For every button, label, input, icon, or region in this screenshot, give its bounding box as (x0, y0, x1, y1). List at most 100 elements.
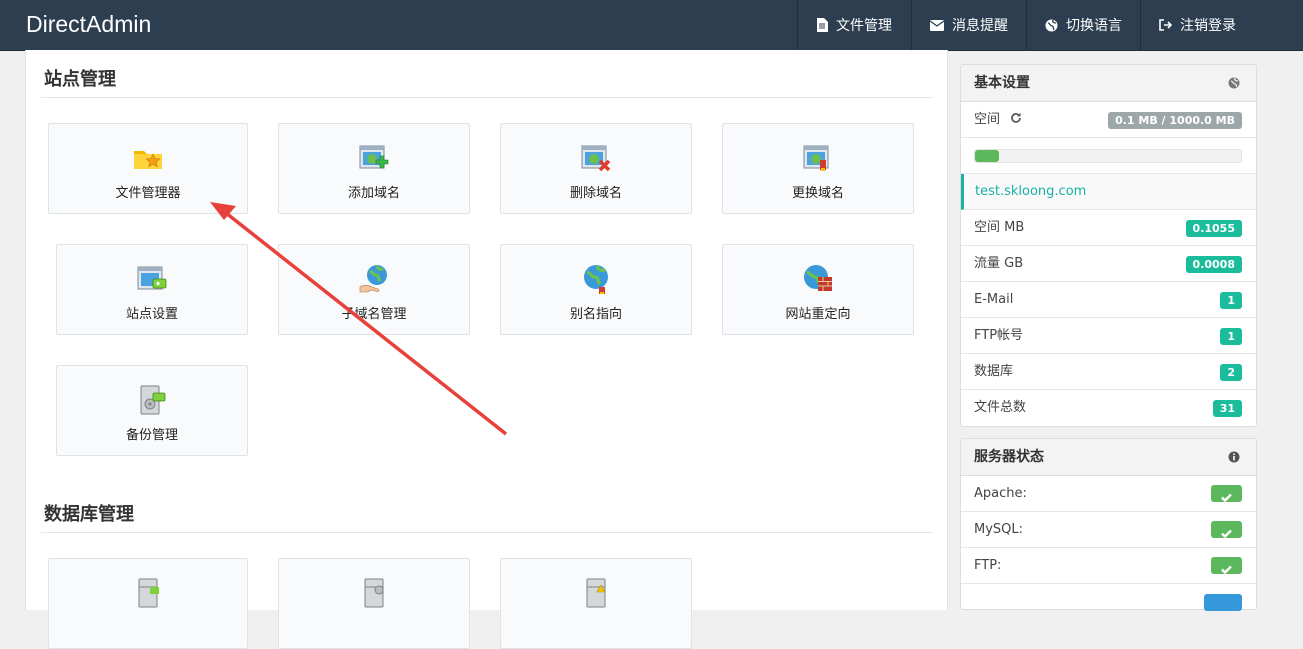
card-label: 子域名管理 (341, 307, 407, 322)
alias-icon (584, 265, 608, 294)
usage-progress-row (961, 138, 1256, 174)
card-file-manager[interactable]: 文件管理器 (48, 123, 248, 214)
usage-progress-fill (975, 150, 999, 162)
stat-row: 文件总数 31 (961, 390, 1256, 426)
top-navbar: DirectAdmin 文件管理 消息提醒 切换语言 注销登录 (0, 0, 1303, 51)
service-row: MySQL: (961, 512, 1256, 548)
space-usage-badge: 0.1 MB / 1000.0 MB (1108, 112, 1242, 129)
change-domain-icon (803, 145, 829, 171)
database-icon (586, 578, 606, 608)
stat-badge: 1 (1220, 292, 1242, 309)
nav-menu: 文件管理 消息提醒 切换语言 注销登录 (797, 0, 1303, 50)
card-label: 网站重定向 (785, 307, 851, 322)
nav-label: 注销登录 (1180, 18, 1236, 34)
card-delete-domain[interactable]: 删除域名 (500, 123, 692, 214)
server-status-panel: 服务器状态 Apache: MySQL: FTP: (960, 438, 1257, 611)
refresh-icon[interactable] (1010, 112, 1022, 124)
card-label: 别名指向 (569, 307, 622, 322)
check-icon (1221, 565, 1232, 575)
nav-label: 切换语言 (1066, 18, 1122, 34)
stat-label: FTP帐号 (974, 328, 1024, 343)
stat-badge: 31 (1212, 400, 1242, 417)
stat-row: FTP帐号 1 (961, 318, 1256, 354)
card-backup[interactable]: 备份管理 (56, 365, 248, 456)
service-label: MySQL: (974, 522, 1024, 537)
card-label: 备份管理 (125, 428, 178, 443)
stat-badge: 2 (1220, 364, 1242, 381)
stat-label: 流量 GB (974, 256, 1024, 271)
card-add-domain[interactable]: 添加域名 (278, 123, 470, 214)
stat-row: 流量 GB 0.0008 (961, 246, 1256, 282)
status-badge (1204, 594, 1242, 611)
section-divider (41, 532, 933, 533)
card-label: 更换域名 (791, 186, 844, 201)
service-row: FTP: (961, 548, 1256, 584)
service-label: FTP: (974, 558, 1002, 573)
folder-star-icon (134, 151, 162, 169)
panel-title: 基本设置 (974, 75, 1030, 91)
stat-badge: 0.1055 (1185, 220, 1242, 237)
card-change-domain[interactable]: 更换域名 (722, 123, 914, 214)
service-row: Apache: (961, 476, 1256, 512)
add-domain-icon (359, 145, 389, 169)
basic-settings-panel: 基本设置 空间 0.1 MB / 1000.0 MB test.skloong.… (960, 64, 1257, 427)
info-icon[interactable] (1228, 451, 1240, 463)
database-icon (138, 578, 159, 608)
card-redirect[interactable]: 网站重定向 (722, 244, 914, 335)
subdomain-icon (359, 265, 387, 293)
nav-label: 文件管理 (836, 18, 892, 34)
usage-progress-bar (974, 149, 1242, 163)
nav-messages[interactable]: 消息提醒 (911, 0, 1026, 50)
nav-language[interactable]: 切换语言 (1026, 0, 1140, 50)
domain-name[interactable]: test.skloong.com (975, 184, 1086, 199)
nav-logout[interactable]: 注销登录 (1140, 0, 1303, 50)
card-alias[interactable]: 别名指向 (500, 244, 692, 335)
service-row (961, 584, 1256, 620)
nav-label: 消息提醒 (952, 18, 1008, 34)
card-subdomain[interactable]: 子域名管理 (278, 244, 470, 335)
database-icon (364, 578, 384, 608)
card-label: 站点设置 (125, 307, 178, 322)
panel-title: 服务器状态 (974, 449, 1044, 465)
stat-label: 数据库 (974, 364, 1014, 379)
card-db-3[interactable] (500, 558, 692, 649)
card-label: 添加域名 (347, 186, 400, 201)
globe-icon (1045, 19, 1058, 31)
stat-row: 空间 MB 0.1055 (961, 210, 1256, 246)
status-ok-badge (1211, 521, 1242, 539)
card-label: 删除域名 (569, 186, 622, 201)
stat-badge: 0.0008 (1185, 256, 1242, 273)
stat-row: E-Mail 1 (961, 282, 1256, 318)
site-section-title: 站点管理 (44, 69, 116, 90)
space-row: 空间 0.1 MB / 1000.0 MB (961, 102, 1256, 138)
backup-icon (140, 385, 166, 415)
stat-label: 空间 MB (974, 220, 1025, 235)
delete-domain-icon (581, 145, 611, 172)
envelope-icon (930, 19, 944, 31)
card-db-1[interactable] (48, 558, 248, 649)
logout-icon (1159, 19, 1172, 31)
site-settings-icon (137, 266, 167, 290)
status-ok-badge (1211, 485, 1242, 503)
redirect-icon (804, 265, 832, 291)
card-label: 文件管理器 (115, 186, 181, 201)
stat-row: 数据库 2 (961, 354, 1256, 390)
panel-header: 基本设置 (961, 65, 1256, 102)
service-label: Apache: (974, 486, 1027, 501)
file-icon (817, 18, 828, 32)
check-icon (1221, 529, 1232, 539)
panel-header: 服务器状态 (961, 439, 1256, 476)
stat-label: E-Mail (974, 292, 1014, 307)
space-label: 空间 (974, 112, 1001, 127)
status-ok-badge (1211, 557, 1242, 575)
stat-label: 文件总数 (974, 400, 1027, 415)
main-content: 站点管理 文件管理器 添加域名 删除域名 更换域名 站点设置 子域名管理 别名指… (25, 50, 948, 649)
nav-file-manager[interactable]: 文件管理 (797, 0, 911, 50)
domain-row[interactable]: test.skloong.com (961, 174, 1256, 210)
card-db-2[interactable] (278, 558, 470, 649)
globe-icon[interactable] (1228, 77, 1240, 89)
brand-logo[interactable]: DirectAdmin (26, 11, 151, 38)
card-site-settings[interactable]: 站点设置 (56, 244, 248, 335)
stat-badge: 1 (1220, 328, 1242, 345)
check-icon (1221, 493, 1232, 503)
